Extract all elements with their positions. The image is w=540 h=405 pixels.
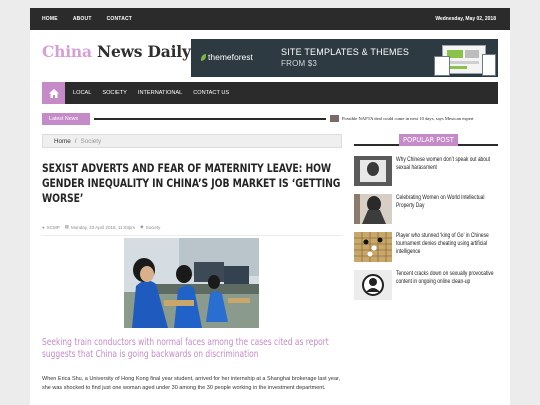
tag-icon: ◆ xyxy=(140,224,144,229)
ad-headline: SITE TEMPLATES & THEMES xyxy=(281,47,410,57)
article-category[interactable]: Society xyxy=(146,225,161,230)
post-thumbnail xyxy=(354,194,392,224)
ticker-rule xyxy=(94,118,326,120)
top-nav: HOME ABOUT CONTACT xyxy=(42,8,147,30)
main-nav: LOCAL SOCIETY INTERNATIONAL CONTACT US xyxy=(42,82,498,104)
popular-post-item[interactable]: Player who stunned ‘king of Go’ in Chine… xyxy=(354,232,498,264)
nav-contact-us[interactable]: CONTACT US xyxy=(193,90,229,96)
post-thumbnail xyxy=(354,270,392,300)
ad-brand: themeforest xyxy=(201,52,253,62)
breadcrumb-separator: / xyxy=(74,137,77,145)
leaf-icon xyxy=(201,53,206,61)
news-ticker: Latest News Possible NAFTA deal could co… xyxy=(42,113,498,125)
top-bar: HOME ABOUT CONTACT Wednesday, May 02, 20… xyxy=(30,8,510,30)
post-title[interactable]: Player who stunned ‘king of Go’ in Chine… xyxy=(396,232,500,256)
calendar-icon: ▦ xyxy=(64,224,69,229)
tablet-shape xyxy=(434,56,450,76)
home-icon xyxy=(48,88,59,98)
top-nav-about[interactable]: ABOUT xyxy=(73,16,92,22)
ticker-item-text: Possible NAFTA deal could come in next 1… xyxy=(342,116,474,121)
ad-subline: FROM $3 xyxy=(281,59,318,68)
ticker-thumbnail xyxy=(330,115,339,122)
ad-brand-name: themeforest xyxy=(208,52,253,62)
article-author[interactable]: SCMP xyxy=(47,225,60,230)
ticker-item[interactable]: Possible NAFTA deal could come in next 1… xyxy=(330,115,474,122)
post-thumbnail xyxy=(354,156,392,186)
popular-post-item[interactable]: Celebrating Women on World Intellectual … xyxy=(354,194,498,226)
top-nav-contact[interactable]: CONTACT xyxy=(107,16,132,22)
logo-part-china: China xyxy=(42,42,92,61)
article-body: When Erica Shu, a University of Hong Kon… xyxy=(42,376,341,391)
popular-post-item[interactable]: Tencent cracks down on sexually provocat… xyxy=(354,270,498,302)
logo-part-news-daily: News Daily xyxy=(91,42,191,61)
meta-divider xyxy=(42,235,342,236)
phone-shape xyxy=(482,54,496,76)
nav-international[interactable]: INTERNATIONAL xyxy=(138,90,182,96)
site-logo[interactable]: China News Daily xyxy=(42,42,191,61)
article-meta: ● SCMP ▦ Monday, 23 April 2018, 11:03pm … xyxy=(42,224,160,230)
ad-banner[interactable]: themeforest SITE TEMPLATES & THEMES FROM… xyxy=(191,39,498,77)
post-title[interactable]: Why Chinese women don’t speak out about … xyxy=(396,156,500,172)
nav-society[interactable]: SOCIETY xyxy=(102,90,127,96)
current-date: Wednesday, May 02, 2018 xyxy=(435,16,496,22)
post-thumbnail xyxy=(354,232,392,262)
page: HOME ABOUT CONTACT Wednesday, May 02, 20… xyxy=(30,8,510,405)
top-nav-home[interactable]: HOME xyxy=(42,16,58,22)
user-icon: ● xyxy=(42,224,45,230)
article-title: SEXIST ADVERTS AND FEAR OF MATERNITY LEA… xyxy=(42,161,341,205)
nav-local[interactable]: LOCAL xyxy=(73,90,91,96)
devices-illustration xyxy=(434,42,496,76)
article-date: Monday, 23 April 2018, 11:03pm xyxy=(71,224,136,230)
popular-post-header: POPULAR POST xyxy=(354,134,498,146)
post-title[interactable]: Celebrating Women on World Intellectual … xyxy=(396,194,500,210)
main-nav-items: LOCAL SOCIETY INTERNATIONAL CONTACT US xyxy=(73,82,240,104)
home-button[interactable] xyxy=(42,82,65,104)
ad-text: SITE TEMPLATES & THEMES FROM $3 xyxy=(281,47,409,69)
article-photo xyxy=(124,238,259,328)
article-lede: Seeking train conductors with normal fac… xyxy=(42,337,329,360)
ticker-label: Latest News xyxy=(42,113,90,125)
popular-post-label: POPULAR POST xyxy=(399,134,458,146)
breadcrumb-home[interactable]: Home xyxy=(54,138,71,145)
breadcrumb-current[interactable]: Society xyxy=(81,138,102,145)
post-title[interactable]: Tencent cracks down on sexually provocat… xyxy=(396,270,500,286)
popular-post-item[interactable]: Why Chinese women don’t speak out about … xyxy=(354,156,498,188)
breadcrumb: Home / Society xyxy=(42,134,342,148)
